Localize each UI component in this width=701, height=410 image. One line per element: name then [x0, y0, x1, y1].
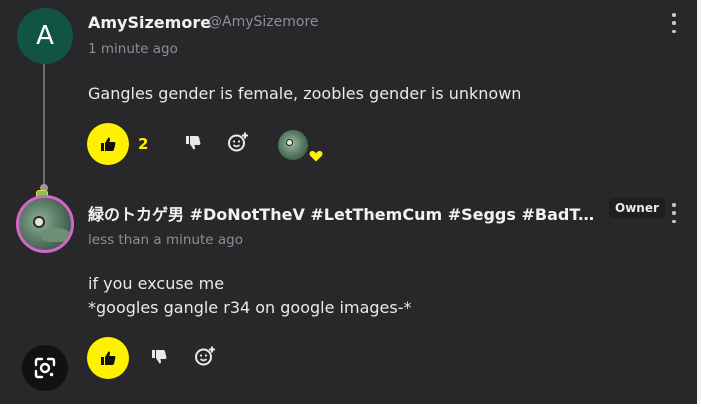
comment-text-line: if you excuse me [88, 274, 225, 293]
add-reaction-button[interactable] [194, 345, 216, 367]
comment-text: Gangles gender is female, zoobles gender… [88, 84, 522, 103]
dislike-button[interactable] [182, 132, 204, 154]
comment-thread-panel: A AmySizemore @AmySizemore 1 minute ago … [0, 0, 697, 410]
thumbs-down-icon [186, 136, 201, 150]
thumbs-up-icon [101, 351, 116, 365]
comment-username[interactable]: 緑のトカゲ男 #DoNotTheV #LetThemCum #Seggs #Ba… [88, 201, 600, 225]
avatar-letter: A [36, 21, 54, 51]
google-lens-icon [34, 357, 56, 379]
page-edge [0, 404, 701, 410]
page-edge [697, 0, 701, 410]
comment-timestamp: less than a minute ago [88, 232, 243, 248]
heart-icon [309, 151, 323, 162]
dislike-button[interactable] [148, 346, 170, 368]
like-count: 2 [138, 135, 149, 153]
reactor-avatar[interactable] [278, 130, 308, 160]
thumbs-down-icon [152, 350, 167, 364]
thumbs-up-icon [101, 137, 116, 151]
kebab-icon[interactable] [671, 13, 677, 33]
avatar[interactable] [16, 195, 74, 253]
add-reaction-icon [195, 346, 215, 366]
comment-text: if you excuse me *googles gangle r34 on … [88, 272, 411, 320]
thread-connector-line [43, 62, 45, 194]
owner-badge: Owner [609, 198, 665, 218]
comment-username[interactable]: AmySizemore [88, 13, 211, 32]
avatar[interactable]: A [17, 8, 73, 64]
like-button[interactable] [87, 123, 129, 165]
add-reaction-button[interactable] [227, 131, 249, 153]
comment-timestamp: 1 minute ago [88, 41, 178, 57]
add-reaction-icon [228, 132, 248, 152]
kebab-icon[interactable] [671, 203, 677, 223]
comment-handle[interactable]: @AmySizemore [208, 14, 319, 30]
comment-text-line: *googles gangle r34 on google images-* [88, 298, 412, 317]
google-lens-button[interactable] [22, 345, 68, 391]
like-button[interactable] [87, 337, 129, 379]
